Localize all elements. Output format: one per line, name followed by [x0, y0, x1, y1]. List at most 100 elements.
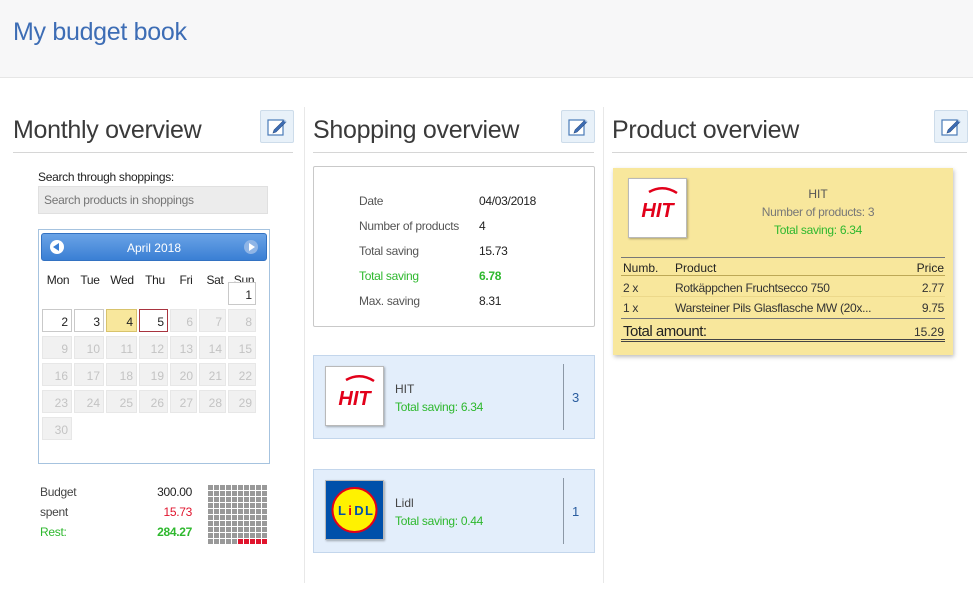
lidl-letter: L — [338, 503, 346, 518]
waffle-cell — [232, 527, 237, 532]
waffle-cell — [208, 527, 213, 532]
waffle-cell — [250, 497, 255, 502]
waffle-cell — [262, 521, 267, 526]
calendar-day[interactable]: 5 — [139, 309, 168, 332]
weekday-label: Sat — [206, 273, 224, 287]
waffle-cell — [208, 533, 213, 538]
row-product: Warsteiner Pils Glasflasche MW (20x... — [675, 301, 872, 315]
product-overview-header: Product overview — [612, 107, 968, 153]
search-input[interactable] — [38, 186, 268, 214]
waffle-cell — [244, 533, 249, 538]
waffle-cell — [214, 515, 219, 520]
total-amount-label: Total amount: — [623, 323, 707, 340]
waffle-cell — [226, 539, 231, 544]
waffle-cell — [250, 503, 255, 508]
waffle-cell — [226, 509, 231, 514]
column-header-price: Price — [916, 261, 944, 275]
waffle-cell — [262, 527, 267, 532]
waffle-cell — [208, 485, 213, 490]
waffle-cell — [256, 491, 261, 496]
waffle-cell — [238, 485, 243, 490]
shopping-overview-panel: Shopping overview Date 04/03/2018 Number… — [304, 107, 601, 583]
divider — [563, 364, 564, 430]
calendar-day: 20 — [170, 363, 197, 386]
row-price: 2.77 — [921, 281, 944, 295]
detail-row-count: Number of products 4 — [359, 219, 559, 235]
edit-icon — [568, 119, 588, 136]
waffle-cell — [244, 509, 249, 514]
rest-value: 284.27 — [157, 525, 192, 539]
waffle-cell — [250, 515, 255, 520]
waffle-cell — [262, 539, 267, 544]
edit-icon — [267, 119, 287, 136]
calendar-day: 24 — [74, 390, 104, 413]
weekday-label: Mon — [46, 273, 70, 287]
waffle-cell — [220, 527, 225, 532]
table-row[interactable]: 2 x Rotkäppchen Fruchtsecco 750 2.77 — [621, 277, 945, 297]
calendar-day: 15 — [228, 336, 256, 359]
waffle-cell — [220, 503, 225, 508]
shop-card-hit[interactable]: HIT HIT Total saving: 6.34 3 — [313, 355, 595, 439]
hit-logo: HIT — [325, 366, 384, 426]
table-row[interactable]: 1 x Warsteiner Pils Glasflasche MW (20x.… — [621, 297, 945, 317]
waffle-cell — [238, 515, 243, 520]
calendar-header: April 2018 — [41, 233, 267, 261]
calendar-day: 12 — [139, 336, 168, 359]
waffle-cell — [262, 515, 267, 520]
waffle-cell — [220, 515, 225, 520]
calendar-day: 10 — [74, 336, 104, 359]
spent-value: 15.73 — [163, 505, 192, 519]
waffle-cell — [220, 509, 225, 514]
calendar-day: 30 — [42, 417, 72, 440]
row-product: Rotkäppchen Fruchtsecco 750 — [675, 281, 830, 295]
shopping-details: Date 04/03/2018 Number of products 4 Tot… — [313, 166, 595, 327]
calendar-day: 21 — [199, 363, 226, 386]
row-quantity: 1 x — [623, 301, 639, 315]
waffle-cell — [256, 497, 261, 502]
date-label: Date — [359, 194, 384, 208]
waffle-cell — [220, 521, 225, 526]
budget-waffle-chart — [208, 485, 268, 546]
waffle-cell — [232, 533, 237, 538]
waffle-cell — [244, 491, 249, 496]
waffle-cell — [256, 503, 261, 508]
calendar-day: 22 — [228, 363, 256, 386]
waffle-cell — [238, 521, 243, 526]
num-products-value: 4 — [479, 219, 486, 233]
shop-name: Lidl — [395, 496, 414, 510]
waffle-cell — [208, 497, 213, 502]
calendar-day[interactable]: 2 — [42, 309, 72, 332]
shop-saving: Total saving: 6.34 — [395, 400, 483, 414]
product-table-header: Numb. Product Price — [621, 257, 945, 276]
calendar-day[interactable]: 3 — [74, 309, 104, 332]
waffle-cell — [238, 497, 243, 502]
shop-product-count: 1 — [572, 504, 580, 519]
waffle-cell — [238, 509, 243, 514]
waffle-cell — [232, 491, 237, 496]
budget-label: Budget — [40, 485, 77, 499]
monthly-overview-header: Monthly overview — [13, 107, 294, 153]
calendar-day: 8 — [228, 309, 256, 332]
waffle-cell — [244, 521, 249, 526]
calendar-day: 11 — [106, 336, 137, 359]
waffle-cell — [262, 503, 267, 508]
waffle-cell — [256, 533, 261, 538]
max-saving-value: 8.31 — [479, 294, 502, 308]
shopping-edit-button[interactable] — [561, 110, 595, 143]
product-saving: Total saving: 6.34 — [774, 223, 862, 237]
num-products-label: Number of products — [359, 219, 459, 233]
calendar-day[interactable]: 4 — [106, 309, 137, 332]
calendar-day[interactable]: 1 — [228, 282, 256, 305]
monthly-overview-panel: Monthly overview Search through shopping… — [13, 107, 294, 583]
calendar-day: 28 — [199, 390, 226, 413]
shop-card-lidl[interactable]: L i D L Lidl Total saving: 0.44 1 — [313, 469, 595, 553]
detail-row-max: Max. saving 8.31 — [359, 294, 559, 310]
product-edit-button[interactable] — [934, 110, 968, 143]
shopping-overview-title: Shopping overview — [313, 116, 520, 144]
monthly-edit-button[interactable] — [260, 110, 294, 143]
waffle-cell — [250, 509, 255, 514]
calendar-day: 14 — [199, 336, 226, 359]
next-month-icon[interactable] — [244, 240, 258, 254]
waffle-cell — [232, 539, 237, 544]
waffle-cell — [238, 533, 243, 538]
